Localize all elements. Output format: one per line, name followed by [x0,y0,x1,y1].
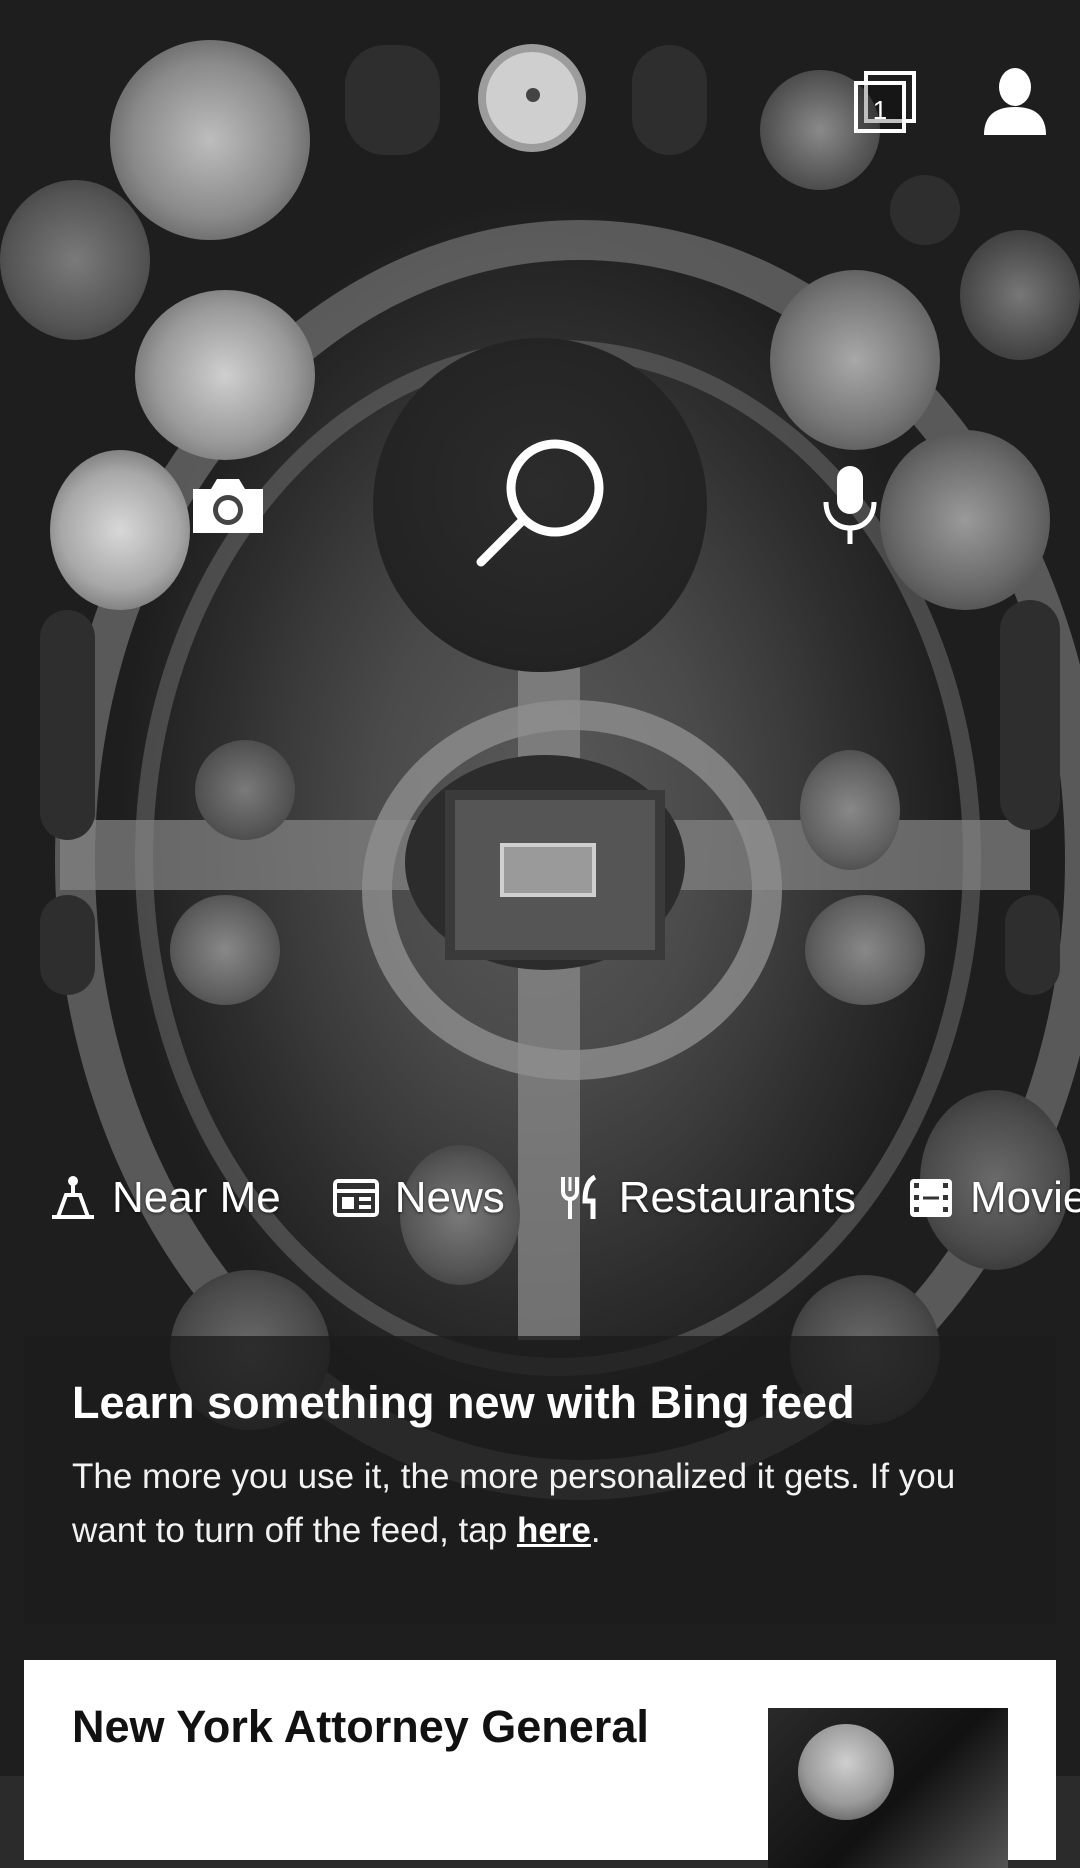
quick-links-bar: Near Me News Restaurants Movie [0,1160,1080,1236]
feed-promo-text-end: . [590,1511,601,1550]
quick-link-label: News [394,1173,505,1222]
feed-promo-card: Learn something new with Bing feed The m… [24,1336,1056,1624]
microphone-icon [823,466,877,544]
news-thumbnail [768,1708,1008,1868]
camera-button[interactable] [182,465,274,545]
tree [960,230,1080,360]
tree [805,895,925,1005]
search-icon [476,439,604,567]
turn-off-feed-link[interactable]: here [517,1511,591,1550]
memorial-plaque [500,843,596,897]
feed-promo-title: Learn something new with Bing feed [72,1377,855,1428]
tree [880,430,1050,610]
quick-link-news[interactable]: News [332,1173,505,1223]
hedge [1000,600,1060,830]
hedge [632,45,707,155]
quick-link-near-me[interactable]: Near Me [50,1173,281,1223]
hedge [1005,895,1060,995]
hedge [40,895,95,995]
film-icon [908,1175,954,1221]
tree [770,270,940,450]
quick-link-label: Near Me [112,1173,281,1222]
news-icon [332,1175,379,1221]
quick-link-movies[interactable]: Movies [908,1173,1080,1223]
tabs-icon: 1 [854,71,916,133]
hedge [345,45,440,155]
tree [800,750,900,870]
tabs-button[interactable]: 1 [840,62,930,142]
person-icon [984,68,1046,135]
feed-promo-text: The more you use it, the more personaliz… [72,1457,956,1550]
hedge [890,175,960,245]
news-card[interactable]: New York Attorney General [24,1660,1056,1868]
feed-promo-body: The more you use it, the more personaliz… [72,1450,1008,1558]
tree [50,450,190,610]
microphone-button[interactable] [810,460,890,550]
search-button[interactable] [373,338,707,672]
quick-link-restaurants[interactable]: Restaurants [557,1173,856,1223]
tree [195,740,295,840]
profile-button[interactable] [970,62,1060,142]
near-me-icon [50,1175,96,1221]
news-headline: New York Attorney General [72,1701,649,1752]
tree [135,290,315,460]
tree [0,180,150,340]
tree [170,895,280,1005]
tab-count: 1 [873,95,887,125]
fork-knife-icon [557,1175,603,1221]
quick-link-label: Restaurants [618,1173,856,1222]
camera-icon [193,479,263,533]
hedge [40,610,95,840]
quick-link-label: Movies [969,1173,1080,1222]
tree [110,40,310,240]
fountain [478,44,586,152]
